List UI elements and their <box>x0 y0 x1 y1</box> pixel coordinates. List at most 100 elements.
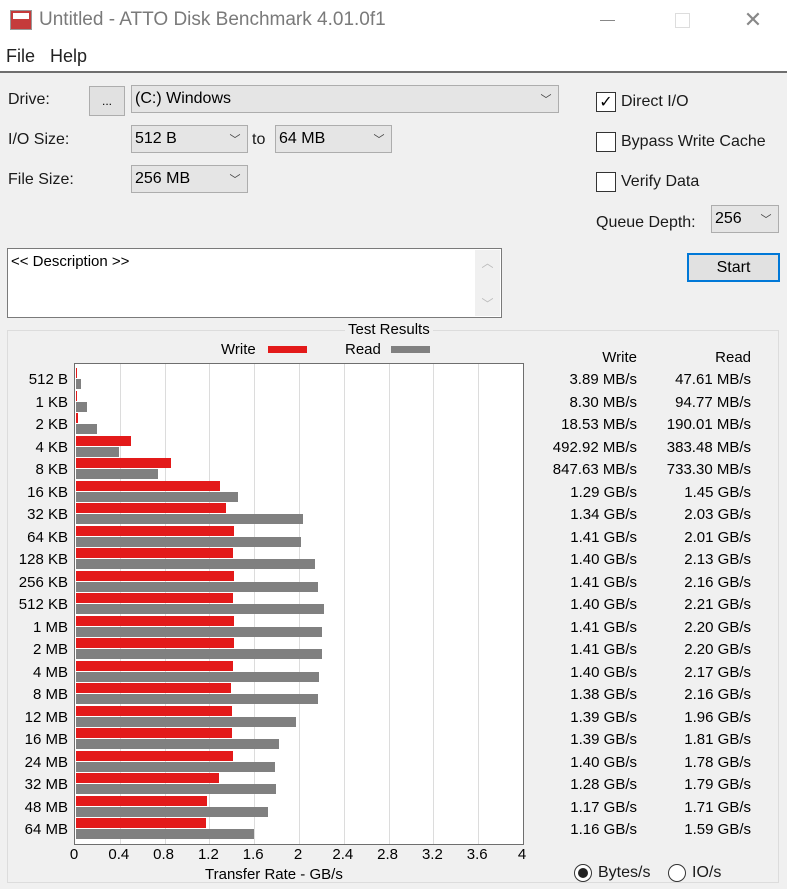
result-write-value: 1.16 GB/s <box>570 821 637 838</box>
minimize-button[interactable] <box>582 0 632 40</box>
scroll-up-icon[interactable]: ︿ <box>475 254 500 271</box>
result-read-value: 2.21 GB/s <box>684 596 751 613</box>
chevron-down-icon: ﹀ <box>229 134 241 146</box>
result-read-value: 2.20 GB/s <box>684 641 751 658</box>
x-tick-label: 2 <box>293 846 303 863</box>
bytes-per-sec-label: Bytes/s <box>598 864 651 881</box>
io-per-sec-label: IO/s <box>692 864 722 881</box>
result-read-value: 2.17 GB/s <box>684 663 751 681</box>
y-tick-label: 16 KB <box>27 483 68 501</box>
io-size-from-select[interactable]: 512 B ﹀ <box>131 125 248 153</box>
bar-write <box>76 773 220 783</box>
browse-button[interactable]: ... <box>89 86 125 116</box>
queue-depth-value: 256 <box>715 210 742 227</box>
drive-select[interactable]: (C:) Windows ﹀ <box>131 85 559 113</box>
bar-read <box>76 604 324 614</box>
bar-write <box>76 413 79 423</box>
bar-write <box>76 480 221 491</box>
description-textarea[interactable]: << Description >> ︿ ﹀ <box>7 248 502 318</box>
io-size-label: I/O Size: <box>8 131 70 148</box>
close-button[interactable]: ✕ <box>728 0 778 40</box>
bar-read <box>76 559 315 569</box>
verify-data-checkbox[interactable] <box>596 172 616 192</box>
y-tick-label: 16 MB <box>24 731 68 748</box>
bar-read <box>76 649 323 659</box>
description-text: << Description >> <box>11 253 130 270</box>
y-tick-label: 48 MB <box>24 798 68 816</box>
x-tick-label: 4 <box>517 846 527 863</box>
y-tick-label: 1 KB <box>35 393 68 411</box>
y-tick-label: 1 MB <box>32 618 68 636</box>
bytes-per-sec-radio[interactable] <box>574 864 592 882</box>
start-button[interactable]: Start <box>687 253 780 282</box>
legend-read-swatch <box>391 346 430 353</box>
window-title: Untitled - ATTO Disk Benchmark 4.01.0f1 <box>39 9 386 30</box>
result-read-value: 1.79 GB/s <box>684 776 751 793</box>
result-write-value: 1.40 GB/s <box>570 753 637 771</box>
bar-read <box>76 446 119 457</box>
io-per-sec-radio[interactable] <box>668 864 686 882</box>
result-read-value: 1.59 GB/s <box>684 821 751 838</box>
scroll-down-icon[interactable]: ﹀ <box>475 295 500 312</box>
x-tick-label: 2.4 <box>332 846 354 863</box>
legend-write-swatch <box>268 346 307 353</box>
io-size-to-select[interactable]: 64 MB ﹀ <box>275 125 392 153</box>
io-size-to-value: 64 MB <box>279 130 326 147</box>
bypass-write-cache-checkbox[interactable] <box>596 132 616 152</box>
result-read-value: 2.03 GB/s <box>684 506 751 523</box>
menu-bar: File Help <box>0 40 787 73</box>
result-write-value: 8.30 MB/s <box>569 393 637 411</box>
bar-write <box>76 548 233 558</box>
menu-help[interactable]: Help <box>50 46 87 67</box>
result-read-value: 1.96 GB/s <box>684 708 751 726</box>
result-write-value: 847.63 MB/s <box>552 461 637 478</box>
bar-write <box>76 593 233 603</box>
bar-read <box>76 806 268 817</box>
result-write-value: 18.53 MB/s <box>561 416 637 433</box>
result-write-value: 1.40 GB/s <box>570 551 637 568</box>
result-read-value: 2.16 GB/s <box>684 686 751 703</box>
y-tick-label: 4 MB <box>32 663 68 681</box>
x-tick-label: 3.6 <box>466 846 488 863</box>
bar-write <box>76 750 233 761</box>
file-size-value: 256 MB <box>135 170 191 187</box>
y-tick-label: 24 MB <box>24 753 68 771</box>
gridline <box>388 364 390 844</box>
y-tick-label: 8 KB <box>35 461 68 478</box>
bar-read <box>76 401 87 412</box>
result-write-value: 1.39 GB/s <box>570 731 637 748</box>
minimize-icon <box>599 19 615 21</box>
bar-read <box>76 514 304 524</box>
gridline <box>343 364 345 844</box>
queue-depth-select[interactable]: 256 ﹀ <box>711 205 779 233</box>
drive-value: (C:) Windows <box>135 90 232 107</box>
file-size-label: File Size: <box>8 171 74 188</box>
result-read-value: 2.13 GB/s <box>684 551 751 568</box>
bar-read <box>76 671 320 682</box>
menu-file[interactable]: File <box>6 46 35 67</box>
x-tick-label: 2.8 <box>377 846 399 863</box>
description-scrollbar[interactable]: ︿ ﹀ <box>475 250 500 316</box>
result-write-value: 1.39 GB/s <box>570 708 637 726</box>
result-write-value: 1.17 GB/s <box>570 798 637 816</box>
result-write-value: 1.41 GB/s <box>570 641 637 658</box>
chevron-down-icon: ﹀ <box>373 134 385 146</box>
bar-write <box>76 570 234 581</box>
y-tick-label: 8 MB <box>32 686 68 703</box>
chevron-down-icon: ﹀ <box>760 214 772 226</box>
close-icon: ✕ <box>743 7 763 32</box>
y-tick-label: 128 KB <box>18 551 68 568</box>
bar-write <box>76 525 234 536</box>
y-tick-label: 64 MB <box>24 821 68 838</box>
y-tick-label: 32 KB <box>27 506 68 523</box>
result-read-value: 383.48 MB/s <box>666 438 751 456</box>
result-read-value: 733.30 MB/s <box>666 461 751 478</box>
bar-write <box>76 818 206 828</box>
maximize-button[interactable] <box>657 0 707 40</box>
direct-io-checkbox[interactable]: ✓ <box>596 92 616 112</box>
file-size-select[interactable]: 256 MB ﹀ <box>131 165 248 193</box>
results-read-header: Read <box>715 349 751 366</box>
x-tick-label: 0.4 <box>108 846 130 863</box>
y-tick-label: 32 MB <box>24 776 68 793</box>
direct-io-label: Direct I/O <box>621 93 689 110</box>
